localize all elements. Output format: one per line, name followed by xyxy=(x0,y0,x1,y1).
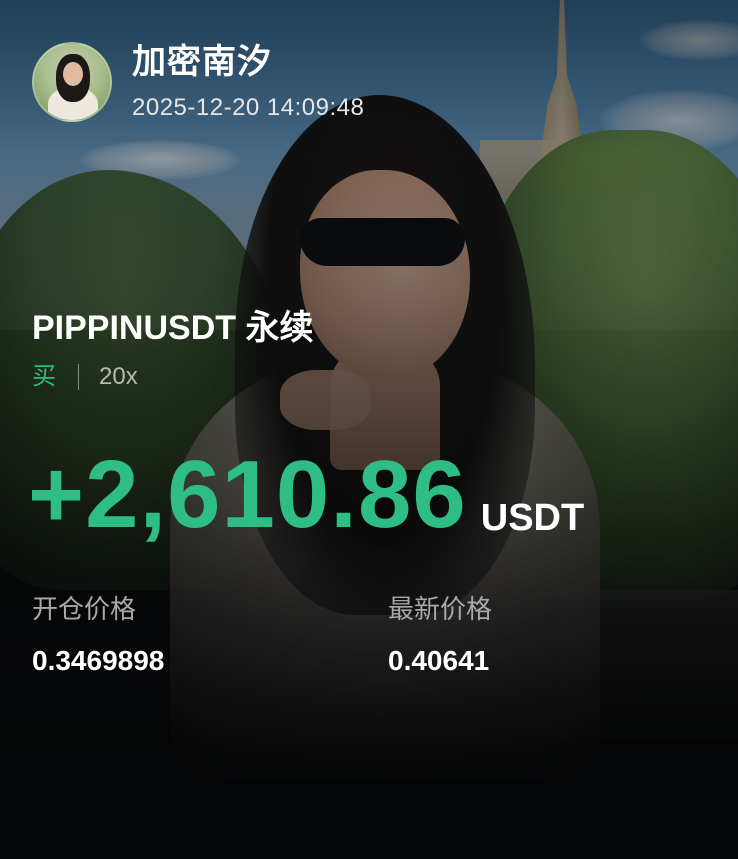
pnl-value: +2,610.86 xyxy=(28,441,467,548)
pnl-share-card: 加密南汐 2025-12-20 14:09:48 PIPPINUSDT 永续 买… xyxy=(0,0,738,859)
entry-price-block: 开仓价格 0.3469898 xyxy=(32,592,164,678)
latest-price-value: 0.40641 xyxy=(388,645,490,676)
entry-price-label: 开仓价格 xyxy=(32,594,137,624)
pnl-unit: USDT xyxy=(480,497,585,539)
latest-price-block: 最新价格 0.40641 xyxy=(388,592,492,678)
position-side: 买 xyxy=(32,363,56,390)
user-header: 加密南汐 2025-12-20 14:09:48 xyxy=(32,42,364,122)
background-photo xyxy=(0,0,738,859)
user-name[interactable]: 加密南汐 xyxy=(132,42,364,82)
avatar-face xyxy=(63,62,83,86)
user-info: 加密南汐 2025-12-20 14:09:48 xyxy=(132,42,364,122)
latest-price-label: 最新价格 xyxy=(388,594,493,624)
side-divider xyxy=(78,364,79,390)
leverage: 20x xyxy=(99,363,138,390)
share-timestamp: 2025-12-20 14:09:48 xyxy=(132,94,365,121)
pnl-row: +2,610.86 USDT xyxy=(28,440,584,550)
entry-price-value: 0.3469898 xyxy=(32,645,165,676)
background-darken-overlay xyxy=(0,0,738,859)
trading-pair: PIPPINUSDT 永续 xyxy=(32,309,314,347)
user-avatar[interactable] xyxy=(32,42,112,122)
position-side-row: 买 20x xyxy=(32,362,138,392)
